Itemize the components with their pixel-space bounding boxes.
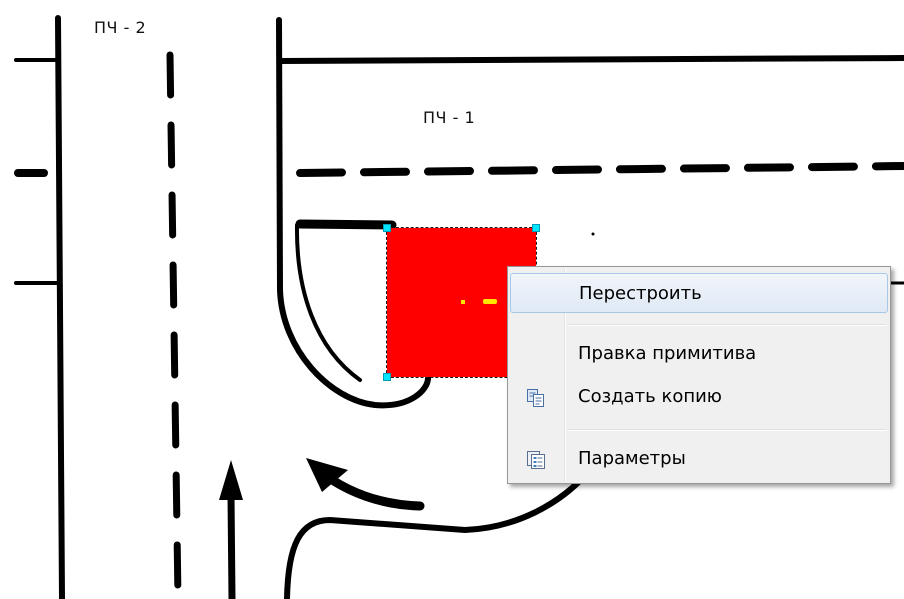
menu-item-parameters[interactable]: Параметры <box>510 439 888 479</box>
road-edge-top <box>277 55 904 64</box>
straight-arrow-head <box>219 460 243 500</box>
menu-item-label: Правка примитива <box>578 343 757 364</box>
copy-icon <box>526 388 546 408</box>
resize-handle-top-left[interactable] <box>383 224 391 232</box>
properties-icon <box>526 450 546 470</box>
lane-divider-vertical <box>166 51 182 599</box>
resize-handle-bottom-left[interactable] <box>383 373 391 381</box>
map-canvas[interactable]: ПЧ - 2 ПЧ - 1 Перестроить Правка примити… <box>0 0 904 599</box>
menu-item-label: Перестроить <box>579 283 702 304</box>
area-label-pch2: ПЧ - 2 <box>94 18 147 37</box>
menu-item-label: Создать копию <box>578 386 722 407</box>
speck <box>591 232 595 236</box>
menu-item-label: Параметры <box>578 448 686 469</box>
menu-item-rebuild[interactable]: Перестроить <box>510 273 888 313</box>
lower-curve <box>284 467 593 599</box>
road-edge-left-vertical <box>55 15 65 599</box>
island-top-edge <box>295 219 397 230</box>
u-turn-inner <box>294 223 362 382</box>
lane-divider-horizontal <box>296 162 904 177</box>
resize-handle-top-right[interactable] <box>532 224 540 232</box>
menu-item-edit-primitive[interactable]: Правка примитива <box>510 334 888 374</box>
menu-separator <box>568 324 886 326</box>
menu-separator <box>568 429 886 431</box>
context-menu: Перестроить Правка примитива Создать коп… <box>507 266 891 484</box>
primitive-anchor-marker <box>483 299 497 304</box>
primitive-center-dot <box>461 300 465 304</box>
straight-arrow-shaft <box>227 491 236 599</box>
menu-item-create-copy[interactable]: Создать копию <box>510 377 888 417</box>
area-label-pch1: ПЧ - 1 <box>423 108 476 127</box>
